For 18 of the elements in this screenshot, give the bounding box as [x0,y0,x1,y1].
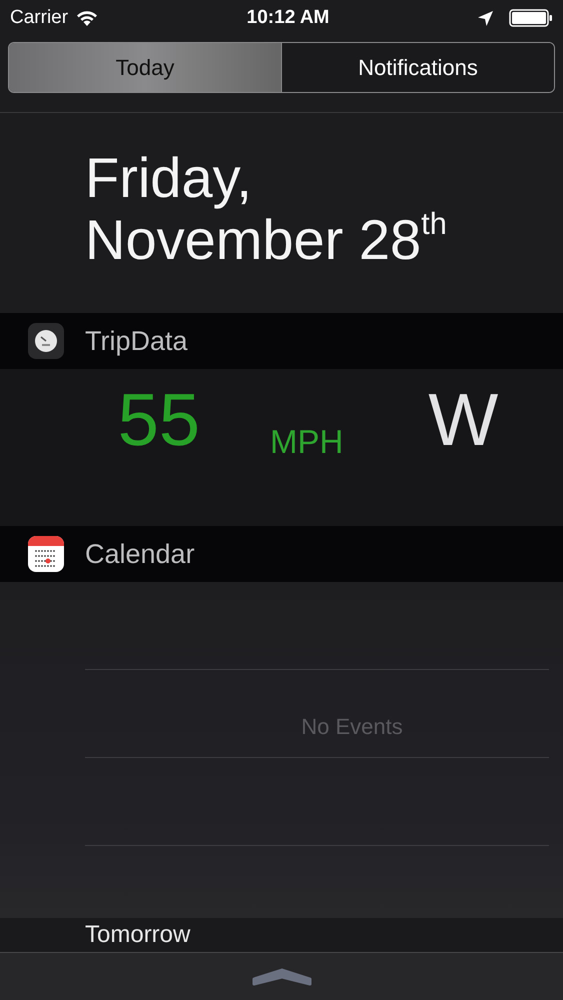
status-time: 10:12 AM [246,6,330,30]
segment-tab[interactable]: Today [9,43,281,92]
calendar-icon [28,536,64,572]
weekday-heading: Friday, [85,147,253,209]
heading-value: W [428,383,498,457]
widget-title: Calendar [85,538,195,571]
speed-value: 55 [116,383,200,457]
location-arrow-icon [478,10,493,26]
wifi-icon [76,10,98,26]
speed-unit: MPH [270,422,344,462]
empty-message: No Events [300,713,404,741]
battery-icon [509,9,553,27]
widget-title: TripData [85,324,188,358]
carrier-name: Carrier [10,6,68,30]
segment-tab[interactable]: Notifications [281,43,554,92]
gauge-icon [28,323,64,359]
date-heading: November 28$^{th}$ [85,209,448,271]
pull-handle-icon[interactable] [250,966,314,986]
